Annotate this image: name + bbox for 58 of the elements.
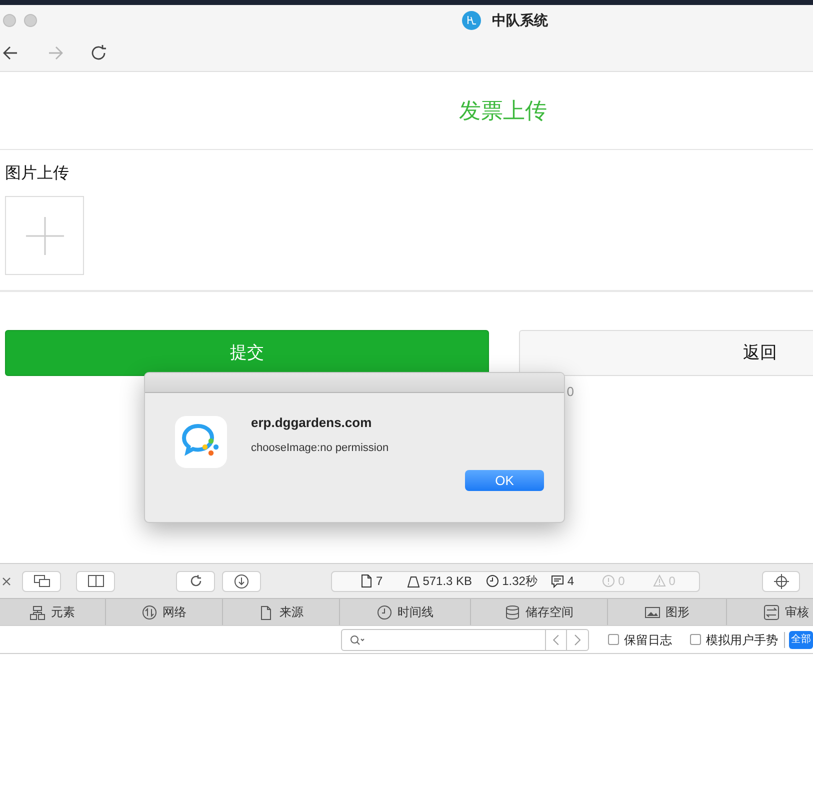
devtools-tab[interactable]: 网络 <box>106 599 223 625</box>
layout-icon <box>30 604 45 620</box>
download-icon <box>234 574 249 588</box>
error-icon <box>602 574 616 588</box>
devtools-tab[interactable]: 来源 <box>223 599 340 625</box>
split-view-button[interactable] <box>76 570 115 592</box>
plus-icon <box>26 216 64 254</box>
page-heading: 发票上传 <box>459 97 547 125</box>
stat-value: 0 <box>618 573 625 590</box>
document-icon <box>258 604 274 620</box>
reload-icon[interactable] <box>90 44 108 62</box>
windows-icon <box>34 575 50 587</box>
warning-icon <box>652 574 666 588</box>
reload-button[interactable] <box>176 570 215 592</box>
clock-icon <box>486 574 500 588</box>
window-title: 中队系统 <box>492 11 548 30</box>
download-button[interactable] <box>222 570 261 592</box>
dialog-message: chooseImage:no permission <box>251 440 389 456</box>
stat-value: 4 <box>567 573 574 590</box>
checkbox-label: 模拟用户手势 <box>706 632 778 648</box>
window-control-icon[interactable] <box>24 14 37 26</box>
devtools-tab[interactable]: 图形 <box>608 599 727 625</box>
stat-value: 571.3 KB <box>422 573 472 590</box>
reload-icon <box>188 574 202 588</box>
network-icon <box>142 604 156 620</box>
back-button[interactable]: 返回 <box>519 330 813 376</box>
stat-value: 0 <box>668 573 676 590</box>
checkbox[interactable] <box>690 634 702 645</box>
app-logo-icon <box>462 11 481 30</box>
devtools-tab[interactable]: 审核 <box>727 599 813 625</box>
scope-button[interactable]: 全部 <box>789 630 813 648</box>
stat-value: 1.32秒 <box>502 573 538 590</box>
stat-value: 7 <box>376 573 383 590</box>
window-control-icon[interactable] <box>3 14 16 26</box>
status-text: 0 <box>566 383 574 401</box>
split-panel-icon <box>88 575 104 587</box>
checkbox-label: 保留日志 <box>624 632 672 648</box>
dialog-title: erp.dggardens.com <box>251 414 373 432</box>
swap-icon <box>764 604 779 620</box>
filter-field[interactable] <box>341 628 590 650</box>
section-label: 图片上传 <box>5 164 70 184</box>
database-icon <box>504 604 520 620</box>
devtools-tab[interactable]: 储存空间 <box>471 599 608 625</box>
app-icon <box>175 416 227 468</box>
search-icon <box>350 634 365 644</box>
devtools-tab[interactable]: 时间线 <box>340 599 471 625</box>
devtools-tab[interactable]: 元素 <box>0 599 106 625</box>
dock-toggle-button[interactable] <box>22 570 61 592</box>
target-button[interactable] <box>762 570 800 592</box>
image-icon <box>644 604 660 620</box>
document-icon <box>360 574 373 588</box>
crosshair-icon <box>774 574 788 588</box>
close-icon[interactable] <box>2 576 11 586</box>
weight-icon <box>406 574 420 588</box>
clock-icon <box>376 604 392 620</box>
speech-bubble-icon <box>551 574 564 588</box>
back-icon[interactable] <box>2 44 20 62</box>
checkbox[interactable] <box>608 634 620 645</box>
